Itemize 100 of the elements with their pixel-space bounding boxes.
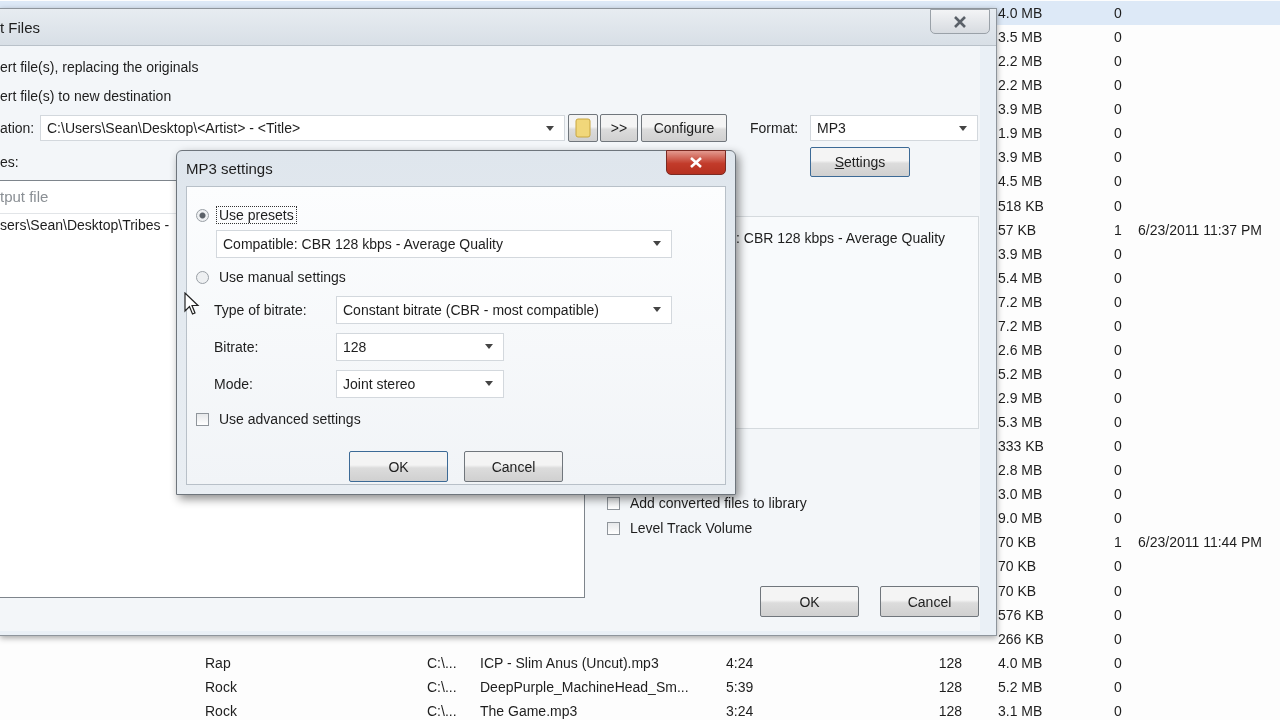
size-cell-text: 266 KB bbox=[998, 630, 1045, 647]
dropdown-arrow-icon bbox=[546, 126, 554, 131]
close-icon bbox=[952, 14, 968, 29]
size-cell-text: 70 KB bbox=[998, 582, 1038, 599]
browse-button[interactable] bbox=[568, 114, 598, 142]
duration-cell-text: 5:39 bbox=[726, 678, 755, 695]
size-cell-text: 3.9 MB bbox=[998, 149, 1044, 166]
size-cell-text: 2.6 MB bbox=[998, 341, 1044, 358]
size-cell-text: 2.2 MB bbox=[998, 77, 1044, 94]
size-cell-text: 70 KB bbox=[998, 534, 1038, 551]
play-count-cell-text: 0 bbox=[1113, 438, 1123, 455]
play-count-cell-text: 0 bbox=[1113, 317, 1123, 334]
size-cell-text: 3.1 MB bbox=[998, 702, 1044, 719]
close-icon bbox=[688, 155, 704, 169]
dialog-title: MP3 settings bbox=[186, 160, 273, 177]
play-count-cell-text: 0 bbox=[1113, 245, 1123, 262]
checkbox-label[interactable]: Use advanced settings bbox=[216, 410, 364, 428]
path-cell-text: C:\... bbox=[427, 702, 458, 719]
format-label: Format: bbox=[750, 120, 800, 136]
list-row[interactable]: Rock C:\... The Game.mp3 3:24 128 3.1 MB 0 bbox=[0, 698, 1280, 720]
date-cell-text: 6/23/2011 11:44 PM bbox=[1138, 534, 1264, 551]
size-cell-text: 576 KB bbox=[998, 606, 1045, 623]
radio-button[interactable] bbox=[196, 208, 209, 222]
radio-label[interactable]: ert file(s) to new destination bbox=[0, 86, 980, 106]
path-cell-text: C:\... bbox=[427, 654, 458, 671]
play-count-cell-text: 0 bbox=[1113, 5, 1123, 22]
dropdown-arrow-icon bbox=[653, 241, 661, 246]
size-cell-text: 5.4 MB bbox=[998, 269, 1044, 286]
dropdown-arrow-icon bbox=[485, 344, 493, 349]
window-title: t Files bbox=[0, 18, 40, 36]
path-cell-text: C:\... bbox=[427, 678, 458, 695]
size-cell-text: 4.5 MB bbox=[998, 173, 1044, 190]
format-combo[interactable]: MP3 bbox=[810, 115, 978, 141]
play-count-cell-text: 0 bbox=[1113, 630, 1123, 647]
play-count-cell-text: 0 bbox=[1113, 173, 1123, 190]
radio-label[interactable]: ert file(s), replacing the originals bbox=[0, 57, 980, 77]
radio-label[interactable]: Use presets bbox=[216, 206, 297, 224]
play-count-cell-text: 0 bbox=[1113, 293, 1123, 310]
dropdown-arrow-icon bbox=[959, 126, 967, 131]
play-count-cell-text: 0 bbox=[1113, 269, 1123, 286]
list-row[interactable]: Rap C:\... ICP - Slim Anus (Uncut).mp3 4:24 128 4.0 MB 0 bbox=[0, 650, 1280, 675]
folder-icon bbox=[575, 118, 591, 138]
configure-button[interactable]: Configure bbox=[641, 114, 727, 142]
size-cell-text: 518 KB bbox=[998, 197, 1045, 214]
more-button[interactable]: >> bbox=[600, 114, 638, 142]
size-cell-text: 2.9 MB bbox=[998, 390, 1044, 407]
play-count-cell-text: 0 bbox=[1113, 101, 1123, 118]
settings-button[interactable]: Settings bbox=[810, 147, 910, 177]
preset-combo[interactable]: Compatible: CBR 128 kbps - Average Quality bbox=[216, 230, 672, 258]
cancel-button[interactable]: Cancel bbox=[880, 586, 979, 617]
play-count-cell-text: 0 bbox=[1113, 582, 1123, 599]
play-count-cell-text: 0 bbox=[1113, 414, 1123, 431]
size-cell-text: 2.8 MB bbox=[998, 462, 1044, 479]
dropdown-field[interactable]: 128 bbox=[336, 333, 504, 361]
destination-label: ation: bbox=[0, 120, 36, 136]
ok-button[interactable]: OK bbox=[349, 451, 448, 482]
play-count-cell-text: 0 bbox=[1113, 149, 1123, 166]
bitrate-cell-text: 128 bbox=[937, 702, 962, 719]
play-count-cell-text: 0 bbox=[1113, 77, 1123, 94]
size-cell-text: 7.2 MB bbox=[998, 293, 1044, 310]
checkbox[interactable] bbox=[196, 412, 209, 426]
play-count-cell-text: 0 bbox=[1113, 678, 1123, 695]
checkbox[interactable] bbox=[607, 496, 620, 510]
duration-cell-text: 3:24 bbox=[726, 702, 755, 719]
play-count-cell-text: 0 bbox=[1113, 462, 1123, 479]
close-button[interactable] bbox=[930, 9, 990, 34]
play-count-cell-text: 0 bbox=[1113, 510, 1123, 527]
ok-button[interactable]: OK bbox=[760, 586, 859, 617]
duration-cell-text: 4:24 bbox=[726, 654, 755, 671]
field-label: Type of bitrate: bbox=[214, 302, 308, 318]
dropdown-field[interactable]: Joint stereo bbox=[336, 370, 504, 398]
size-cell-text: 9.0 MB bbox=[998, 510, 1044, 527]
checkbox-label[interactable]: Level Track Volume bbox=[630, 520, 753, 536]
size-cell-text: 333 KB bbox=[998, 438, 1045, 455]
genre-cell-text: Rap bbox=[205, 654, 232, 671]
dropdown-field[interactable]: Constant bitrate (CBR - most compatible) bbox=[336, 296, 672, 324]
size-cell-text: 5.2 MB bbox=[998, 678, 1044, 695]
checkbox-label[interactable]: Add converted files to library bbox=[630, 495, 807, 511]
preset-summary: : CBR 128 kbps - Average Quality bbox=[736, 230, 946, 246]
size-cell-text: 3.9 MB bbox=[998, 101, 1044, 118]
size-cell-text: 5.3 MB bbox=[998, 414, 1044, 431]
size-cell-text: 3.5 MB bbox=[998, 29, 1044, 46]
size-cell-text: 3.9 MB bbox=[998, 245, 1044, 262]
genre-cell-text: Rock bbox=[205, 702, 238, 719]
checkbox[interactable] bbox=[607, 521, 620, 535]
cancel-button[interactable]: Cancel bbox=[464, 451, 563, 482]
date-cell-text: 6/23/2011 11:37 PM bbox=[1138, 221, 1264, 238]
size-cell-text: 2.2 MB bbox=[998, 53, 1044, 70]
close-button[interactable] bbox=[666, 149, 726, 175]
field-label: Mode: bbox=[214, 376, 254, 392]
play-count-cell-text: 1 bbox=[1113, 221, 1123, 238]
radio-label[interactable]: Use manual settings bbox=[216, 268, 349, 286]
size-cell-text: 70 KB bbox=[998, 558, 1038, 575]
mouse-pointer-icon bbox=[184, 292, 200, 316]
play-count-cell-text: 0 bbox=[1113, 654, 1123, 671]
play-count-cell-text: 0 bbox=[1113, 365, 1123, 382]
destination-combo[interactable]: C:\Users\Sean\Desktop\<Artist> - <Title> bbox=[40, 115, 565, 141]
filename-cell-text: DeepPurple_MachineHead_Sm... bbox=[480, 678, 690, 695]
radio-button[interactable] bbox=[196, 270, 209, 284]
list-row[interactable]: Rock C:\... DeepPurple_MachineHead_Sm... 5:39 128 5.2 MB 0 bbox=[0, 674, 1280, 699]
